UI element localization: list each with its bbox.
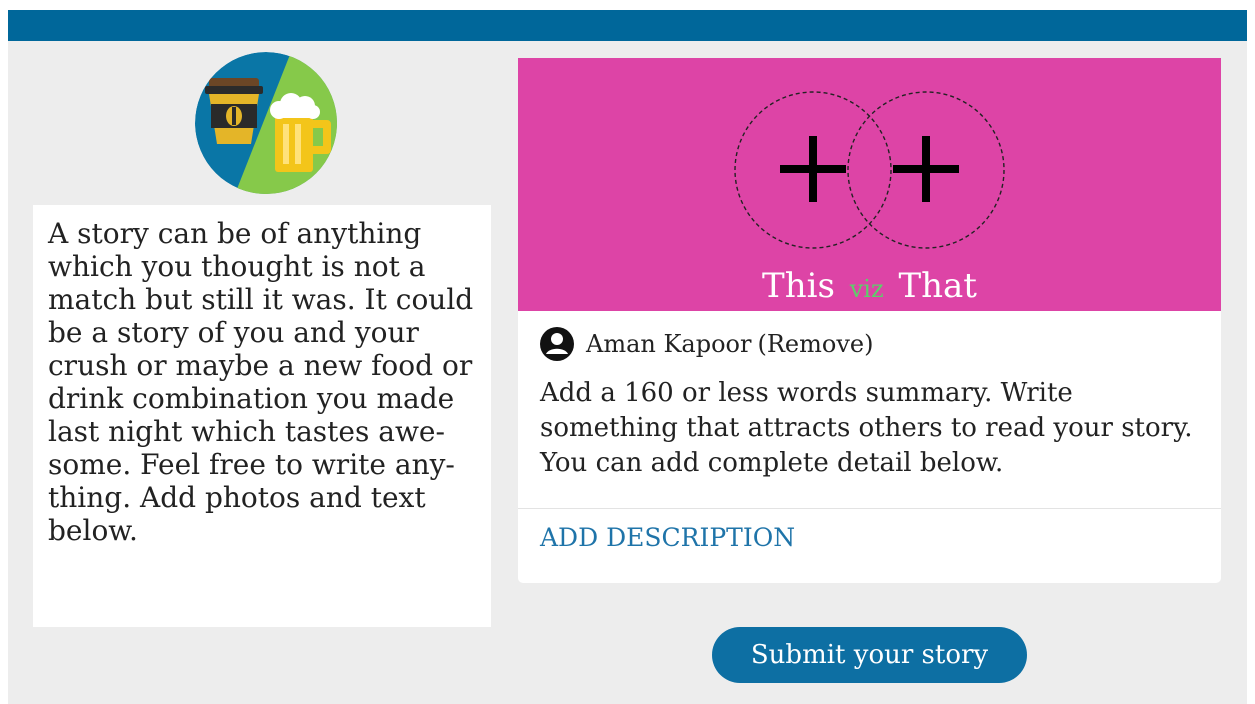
- top-header-bar: [8, 10, 1247, 41]
- divider: [518, 508, 1221, 509]
- author-row: Aman Kapoor (Remove): [540, 326, 873, 362]
- story-card: This viz That Aman Kapoor (Remove) Add a…: [518, 58, 1221, 583]
- remove-author-link[interactable]: (Remove): [757, 330, 873, 358]
- story-summary[interactable]: Add a 160 or less words summary. Write s…: [540, 376, 1205, 481]
- page-background: A story can be of anything which you tho…: [8, 10, 1247, 704]
- submit-story-button[interactable]: Submit your story: [712, 627, 1027, 683]
- add-description-button[interactable]: ADD DESCRIPTION: [540, 523, 795, 552]
- cover-title: This viz That: [518, 266, 1221, 306]
- that-label: That: [898, 266, 977, 306]
- user-circle-icon: [540, 327, 574, 361]
- this-label: This: [762, 266, 835, 306]
- intro-card: A story can be of anything which you tho…: [33, 205, 491, 627]
- plus-icon[interactable]: [893, 136, 959, 202]
- coffee-and-beer-icon: [195, 52, 337, 194]
- intro-text: A story can be of anything which you tho…: [48, 217, 474, 547]
- viz-label: viz: [849, 275, 884, 303]
- author-name: Aman Kapoor: [586, 330, 752, 358]
- story-cover[interactable]: This viz That: [518, 58, 1221, 311]
- plus-icon[interactable]: [780, 136, 846, 202]
